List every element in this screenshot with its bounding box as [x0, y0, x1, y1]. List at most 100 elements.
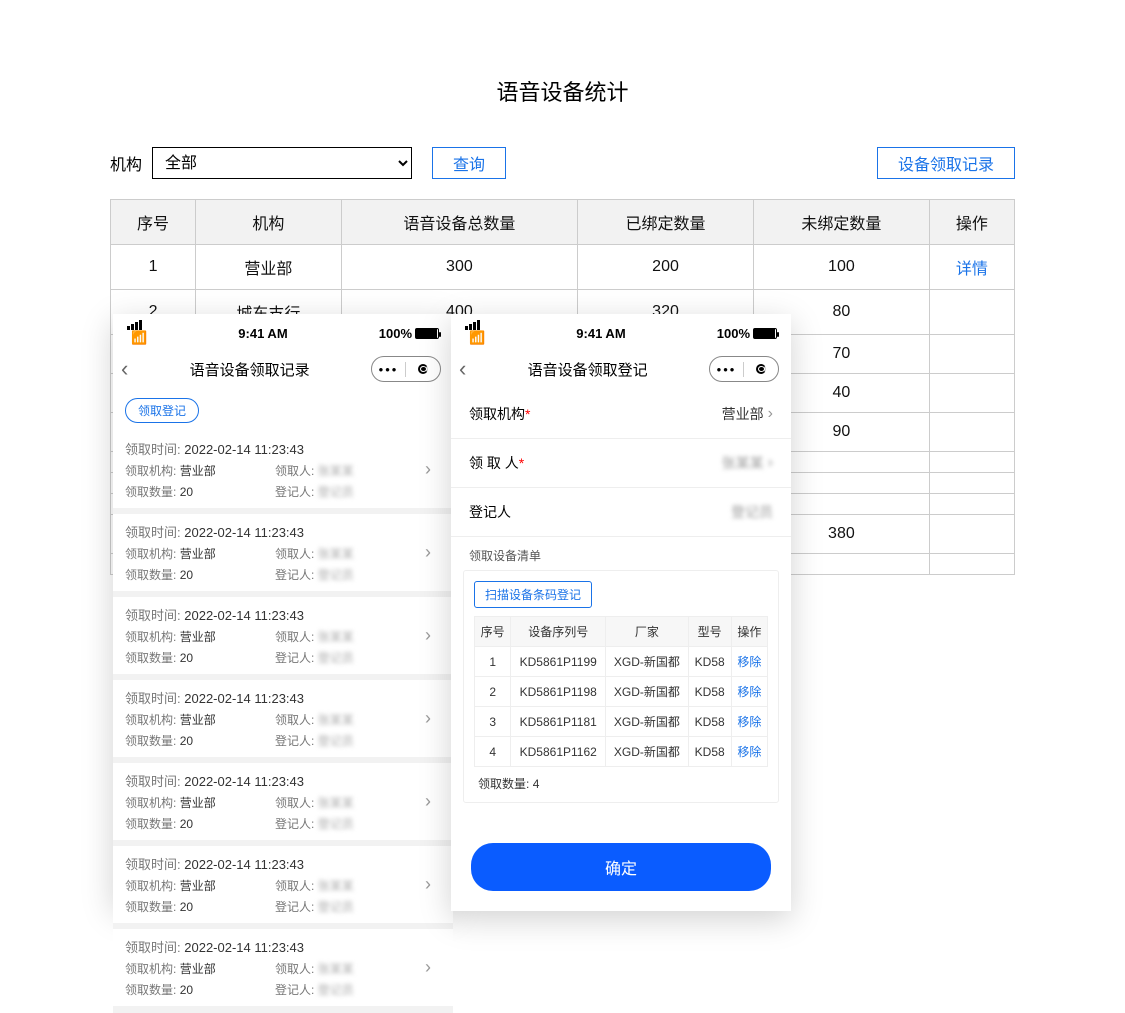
- table-cell: 100: [753, 245, 929, 290]
- close-icon[interactable]: [406, 362, 440, 377]
- record-count: 领取数量: 20: [125, 649, 275, 666]
- navbar-left: ‹ 语音设备领取记录 •••: [113, 348, 453, 390]
- table-cell-op: 移除: [731, 737, 767, 767]
- chevron-right-icon: ›: [425, 459, 441, 480]
- detail-link[interactable]: 详情: [956, 261, 988, 278]
- menu-icon[interactable]: •••: [710, 362, 744, 377]
- record-time: 领取时间: 2022-02-14 11:23:43: [125, 522, 425, 541]
- record-count: 领取数量: 20: [125, 732, 275, 749]
- table-cell: 3: [475, 707, 511, 737]
- table-cell: KD5861P1199: [511, 647, 606, 677]
- record-time: 领取时间: 2022-02-14 11:23:43: [125, 605, 425, 624]
- registrar-label: 登记人: [469, 502, 511, 522]
- org-field[interactable]: 领取机构* 营业部›: [451, 390, 791, 439]
- count-row: 领取数量: 4: [474, 767, 768, 792]
- menu-icon[interactable]: •••: [372, 362, 406, 377]
- remove-link[interactable]: 移除: [737, 655, 761, 669]
- signal-icon: 📶: [127, 320, 147, 346]
- device-record-button[interactable]: 设备领取记录: [877, 147, 1015, 179]
- register-chip[interactable]: 领取登记: [125, 398, 199, 423]
- table-cell-op: [929, 374, 1014, 413]
- record-registrar: 登记人: 登记员: [275, 566, 425, 583]
- count-value: 4: [533, 777, 540, 791]
- list-item[interactable]: 领取时间: 2022-02-14 11:23:43 › 领取机构: 营业部 领取…: [113, 680, 453, 757]
- remove-link[interactable]: 移除: [737, 685, 761, 699]
- person-field[interactable]: 领 取 人* 张某某›: [451, 439, 791, 488]
- back-icon[interactable]: ‹: [121, 356, 128, 382]
- table-row: 3KD5861P1181XGD-新国都KD58移除: [475, 707, 768, 737]
- record-count: 领取数量: 20: [125, 815, 275, 832]
- table-cell: KD5861P1162: [511, 737, 606, 767]
- remove-link[interactable]: 移除: [737, 745, 761, 759]
- remove-link[interactable]: 移除: [737, 715, 761, 729]
- record-time: 领取时间: 2022-02-14 11:23:43: [125, 688, 425, 707]
- table-cell: XGD-新国都: [606, 737, 689, 767]
- required-icon: *: [519, 455, 524, 471]
- table-cell: XGD-新国都: [606, 707, 689, 737]
- record-registrar: 登记人: 登记员: [275, 815, 425, 832]
- record-org: 领取机构: 营业部: [125, 794, 275, 811]
- record-count: 领取数量: 20: [125, 981, 275, 998]
- table-cell-op: 移除: [731, 647, 767, 677]
- chevron-right-icon: ›: [768, 405, 773, 423]
- table-cell: 200: [578, 245, 754, 290]
- chevron-right-icon: ›: [425, 957, 441, 978]
- record-time: 领取时间: 2022-02-14 11:23:43: [125, 854, 425, 873]
- scan-button[interactable]: 扫描设备条码登记: [474, 581, 592, 608]
- status-bar: 📶 9:41 AM 100%: [451, 314, 791, 348]
- device-table: 序号设备序列号厂家型号操作 1KD5861P1199XGD-新国都KD58移除2…: [474, 616, 768, 767]
- table-cell-op: [929, 335, 1014, 374]
- table-cell: KD58: [688, 737, 731, 767]
- back-icon[interactable]: ‹: [459, 356, 466, 382]
- record-count: 领取数量: 20: [125, 483, 275, 500]
- chevron-right-icon: ›: [425, 874, 441, 895]
- registrar-value: 登记员: [731, 502, 773, 522]
- table-cell-op: [929, 290, 1014, 335]
- table-header: 机构: [196, 200, 342, 245]
- list-item[interactable]: 领取时间: 2022-02-14 11:23:43 › 领取机构: 营业部 领取…: [113, 763, 453, 840]
- filter-row: 机构 全部 查询 设备领取记录: [110, 147, 1015, 179]
- table-cell-op: [929, 494, 1014, 515]
- battery-icon: 100%: [379, 326, 439, 341]
- register-form: 领取机构* 营业部› 领 取 人* 张某某› 登记人 登记员: [451, 390, 791, 537]
- phone-right-title: 语音设备领取登记: [466, 359, 709, 380]
- table-row: 2KD5861P1198XGD-新国都KD58移除: [475, 677, 768, 707]
- chevron-right-icon: ›: [425, 708, 441, 729]
- chevron-right-icon: ›: [425, 791, 441, 812]
- wechat-capsule[interactable]: •••: [709, 356, 779, 382]
- org-label: 领取机构: [469, 406, 525, 422]
- list-item[interactable]: 领取时间: 2022-02-14 11:23:43 › 领取机构: 营业部 领取…: [113, 431, 453, 508]
- record-registrar: 登记人: 登记员: [275, 898, 425, 915]
- list-item[interactable]: 领取时间: 2022-02-14 11:23:43 › 领取机构: 营业部 领取…: [113, 846, 453, 923]
- org-select[interactable]: 全部: [152, 147, 412, 179]
- table-cell: KD5861P1198: [511, 677, 606, 707]
- list-item[interactable]: 领取时间: 2022-02-14 11:23:43 › 领取机构: 营业部 领取…: [113, 514, 453, 591]
- query-button[interactable]: 查询: [432, 147, 506, 179]
- status-time: 9:41 AM: [576, 326, 625, 341]
- chevron-right-icon: ›: [425, 625, 441, 646]
- table-cell: XGD-新国都: [606, 677, 689, 707]
- list-item[interactable]: 领取时间: 2022-02-14 11:23:43 › 领取机构: 营业部 领取…: [113, 597, 453, 674]
- table-cell-op: 移除: [731, 707, 767, 737]
- close-icon[interactable]: [744, 362, 778, 377]
- list-item[interactable]: 领取时间: 2022-02-14 11:23:43 › 领取机构: 营业部 领取…: [113, 929, 453, 1006]
- record-person: 领取人: 张某某: [275, 960, 425, 977]
- table-cell-op: [929, 452, 1014, 473]
- phone-left-title: 语音设备领取记录: [128, 359, 371, 380]
- table-header: 语音设备总数量: [341, 200, 577, 245]
- count-label: 领取数量:: [478, 777, 529, 791]
- table-row: 1营业部300200100详情: [111, 245, 1015, 290]
- record-time: 领取时间: 2022-02-14 11:23:43: [125, 439, 425, 458]
- table-cell-op: [929, 554, 1014, 575]
- table-cell: 2: [475, 677, 511, 707]
- phone-right: 📶 9:41 AM 100% ‹ 语音设备领取登记 ••• 领取机构* 营业部›…: [451, 314, 791, 911]
- chevron-right-icon: ›: [425, 542, 441, 563]
- record-list: 领取时间: 2022-02-14 11:23:43 › 领取机构: 营业部 领取…: [113, 431, 453, 1013]
- wechat-capsule[interactable]: •••: [371, 356, 441, 382]
- record-person: 领取人: 张某某: [275, 711, 425, 728]
- record-person: 领取人: 张某某: [275, 877, 425, 894]
- confirm-button[interactable]: 确定: [471, 843, 771, 891]
- record-time: 领取时间: 2022-02-14 11:23:43: [125, 937, 425, 956]
- table-header: 操作: [731, 617, 767, 647]
- table-cell: 1: [475, 647, 511, 677]
